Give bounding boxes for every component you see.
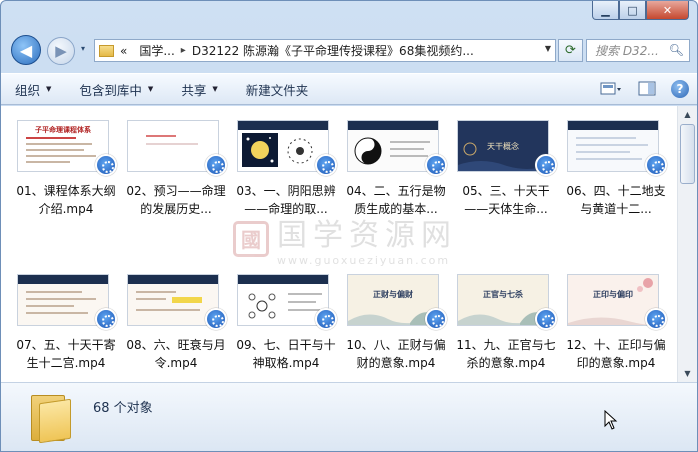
back-button[interactable]: ◀	[11, 35, 41, 65]
chevron-down-icon: ▼	[212, 85, 218, 93]
scroll-thumb[interactable]	[680, 124, 695, 184]
scroll-up-icon[interactable]: ▲	[678, 106, 697, 123]
view-icon	[600, 82, 621, 95]
caption-buttons: ▁ □ ✕	[592, 1, 689, 20]
media-player-icon	[205, 154, 227, 176]
breadcrumb-overflow[interactable]: «	[120, 44, 127, 58]
media-player-icon	[645, 154, 667, 176]
view-options-button[interactable]	[599, 78, 623, 100]
include-in-library-label: 包含到库中	[79, 82, 142, 98]
watermark-title: 国学资源网	[277, 218, 457, 253]
search-icon[interactable]: 🔍︎	[669, 43, 684, 57]
media-player-icon	[645, 308, 667, 330]
toolbar-right-group: ?	[599, 78, 689, 100]
file-name: 01、课程体系大纲介绍.mp4	[16, 184, 116, 216]
file-name: 05、三、十天干——天体生命...	[462, 184, 550, 216]
file-name: 08、六、旺衰与月令.mp4	[126, 338, 226, 370]
command-toolbar: 组织 ▼ 包含到库中 ▼ 共享 ▼ 新建文件夹 ?	[1, 73, 697, 105]
file-name: 07、五、十天干寄生十二宫.mp4	[16, 338, 116, 370]
file-name: 11、九、正官与七杀的意象.mp4	[456, 338, 556, 370]
preview-pane-button[interactable]	[635, 78, 659, 100]
help-icon: ?	[676, 82, 684, 96]
navigation-bar: ◀ ▶ ▾ « 国学... ▸ D32122 陈源瀚《子平命理传授课程》68集视…	[1, 31, 697, 69]
share-label: 共享	[181, 82, 207, 98]
back-arrow-icon: ◀	[19, 40, 33, 60]
breadcrumb-item-guoxue[interactable]: 国学...	[139, 42, 174, 59]
new-folder-label: 新建文件夹	[245, 82, 309, 98]
media-player-icon	[315, 154, 337, 176]
minimize-button[interactable]: ▁	[592, 1, 619, 20]
watermark-text: 国学资源网 www.guoxueziyuan.com	[277, 210, 457, 267]
media-player-icon	[95, 154, 117, 176]
file-name: 06、四、十二地支与黄道十二...	[566, 184, 666, 216]
search-input[interactable]: 搜索 D32... 🔍︎	[586, 39, 690, 62]
refresh-button[interactable]: ⟳	[558, 39, 583, 62]
media-player-icon	[205, 308, 227, 330]
breadcrumb-item-current[interactable]: D32122 陈源瀚《子平命理传授课程》68集视频约...	[192, 42, 474, 59]
explorer-window: ▁ □ ✕ ◀ ▶ ▾ « 国学... ▸ D32122 陈源瀚《子平命理传授课…	[0, 0, 698, 452]
scroll-down-icon[interactable]: ▼	[678, 365, 697, 382]
share-menu[interactable]: 共享 ▼	[167, 77, 231, 101]
organize-label: 组织	[15, 82, 41, 98]
details-pane: 68 个对象	[1, 382, 697, 451]
refresh-icon: ⟳	[565, 43, 576, 58]
address-dropdown-icon[interactable]: ▼	[545, 44, 551, 53]
file-name: 02、预习——命理的发展历史...	[126, 184, 226, 216]
media-player-icon	[95, 308, 117, 330]
forward-button[interactable]: ▶	[47, 37, 75, 65]
file-name: 12、十、正印与偏印的意象.mp4	[566, 338, 666, 370]
media-player-icon	[425, 308, 447, 330]
mouse-cursor-icon	[604, 410, 618, 430]
folder-icon	[99, 44, 114, 57]
maximize-button[interactable]: □	[619, 1, 646, 20]
file-grid: 子平命理课程体系 01、课程体系大纲介绍.mp4 02、预习——命理的发展历史.…	[1, 106, 677, 382]
organize-menu[interactable]: 组织 ▼	[1, 77, 65, 101]
new-folder-button[interactable]: 新建文件夹	[232, 77, 323, 101]
recent-pages-dropdown[interactable]: ▾	[81, 44, 85, 53]
media-player-icon	[535, 308, 557, 330]
thumbnail-title: 子平命理课程体系	[35, 126, 91, 134]
preview-pane-icon	[638, 81, 656, 96]
watermark-url: www.guoxueziyuan.com	[277, 254, 451, 267]
search-placeholder: 搜索 D32...	[595, 44, 659, 58]
chevron-down-icon: ▼	[147, 85, 154, 93]
help-button[interactable]: ?	[671, 80, 689, 98]
chevron-down-icon: ▼	[46, 85, 52, 93]
close-button[interactable]: ✕	[646, 1, 689, 20]
breadcrumb-separator-icon[interactable]: ▸	[181, 45, 186, 56]
media-player-icon	[535, 154, 557, 176]
watermark-seal: 國	[233, 220, 269, 257]
thumbnail-title: 天干概念	[487, 142, 519, 151]
file-name: 09、七、日干与十神取格.mp4	[236, 338, 336, 370]
watermark: 國 国学资源网 www.guoxueziyuan.com	[233, 210, 457, 267]
address-bar[interactable]: « 国学... ▸ D32122 陈源瀚《子平命理传授课程》68集视频约... …	[94, 39, 556, 62]
item-count: 68 个对象	[93, 401, 153, 416]
vertical-scrollbar[interactable]: ▲ ▼	[677, 106, 697, 382]
media-player-icon	[315, 308, 337, 330]
media-player-icon	[425, 154, 447, 176]
folder-icon	[31, 395, 73, 444]
forward-arrow-icon: ▶	[55, 42, 67, 60]
file-name: 10、八、正财与偏财的意象.mp4	[346, 338, 446, 370]
include-in-library-menu[interactable]: 包含到库中 ▼	[65, 77, 167, 101]
